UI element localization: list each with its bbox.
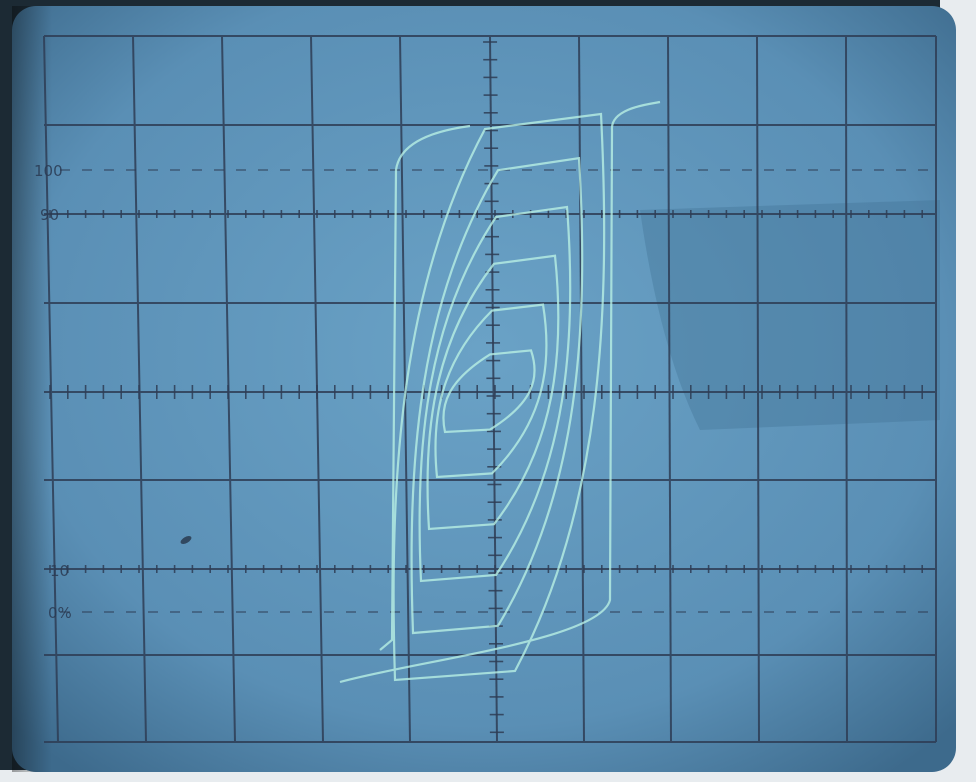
screen-reflection [640,200,940,430]
label-10: 10 [50,562,69,580]
grid-vertical-line [845,35,848,743]
label-90: 90 [40,206,59,224]
label-0-percent: 0% [48,604,72,622]
label-100: 100 [34,162,63,180]
oscilloscope-screen: 100 90 10 0% [0,0,976,782]
